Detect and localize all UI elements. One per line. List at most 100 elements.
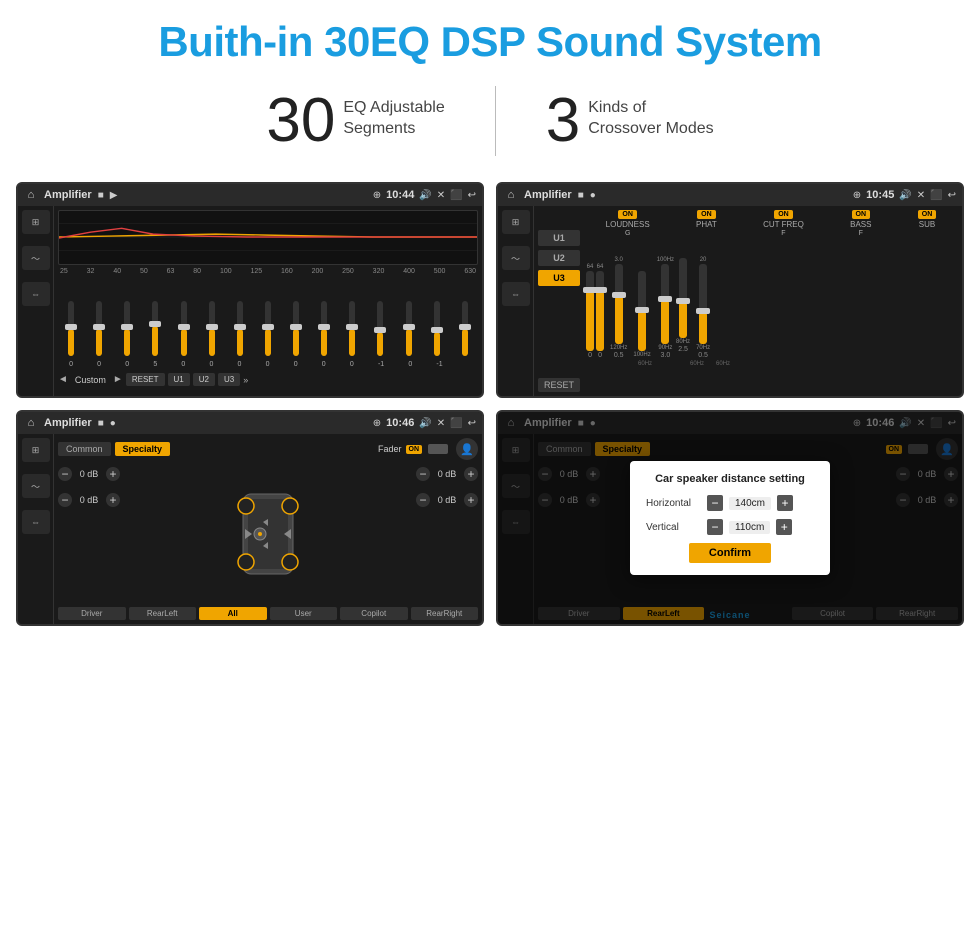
all-btn[interactable]: All <box>199 607 267 620</box>
amp-topbar-title: Amplifier <box>44 417 92 429</box>
screen-eq: ⌂ Amplifier ■ ▶ ⊕ 10:44 🔊 ✕ ⬛ ↩ ⊞ 〜 ⇔ <box>16 182 484 398</box>
specialty-tab[interactable]: Specialty <box>115 442 171 456</box>
fader-slider[interactable] <box>428 444 448 454</box>
amp-back-icon[interactable]: ↩ <box>468 418 476 429</box>
crossover-sidebar-wave[interactable]: 〜 <box>502 246 530 270</box>
dialog-title: Car speaker distance setting <box>646 473 814 485</box>
dialog-horizontal-plus[interactable]: + <box>777 495 793 511</box>
db-row-2: − 0 dB + <box>416 463 478 485</box>
bass-on-btn[interactable]: ON <box>852 210 871 219</box>
eq-slider-11[interactable] <box>377 301 383 356</box>
loudness-on-btn[interactable]: ON <box>618 210 637 219</box>
crossover-window-icon: ⬛ <box>930 190 942 201</box>
eq-slider-5[interactable] <box>209 301 215 356</box>
db-plus-2[interactable]: + <box>464 467 478 481</box>
crossover-home-icon[interactable]: ⌂ <box>504 188 518 202</box>
bass-sliders: 100Hz 90Hz 3.0 80Hz 2.5 <box>657 257 690 359</box>
eq-screen-content: ⊞ 〜 ⇔ <box>18 206 482 396</box>
sub-on-btn[interactable]: ON <box>918 210 937 219</box>
rearright-btn[interactable]: RearRight <box>411 607 479 620</box>
eq-slider-2[interactable] <box>124 301 130 356</box>
sub-slider[interactable]: 20 70Hz 0.5 <box>696 257 710 359</box>
eq-slider-13[interactable] <box>434 301 440 356</box>
eq-topbar: ⌂ Amplifier ■ ▶ ⊕ 10:44 🔊 ✕ ⬛ ↩ <box>18 184 482 206</box>
eq-next-btn[interactable]: ► <box>113 374 123 385</box>
crossover-sidebar-eq[interactable]: ⊞ <box>502 210 530 234</box>
amp-window-icon: ⬛ <box>450 418 462 429</box>
dialog-vertical-plus[interactable]: + <box>776 519 792 535</box>
rearleft-btn[interactable]: RearLeft <box>129 607 197 620</box>
crossover-presets: U1 U2 U3 RESET <box>538 210 580 392</box>
preset-u1-btn[interactable]: U1 <box>538 230 580 246</box>
eq-slider-14[interactable] <box>462 301 468 356</box>
eq-slider-6[interactable] <box>237 301 243 356</box>
eq-u3-btn[interactable]: U3 <box>218 373 240 386</box>
eq-prev-btn[interactable]: ◄ <box>58 374 68 385</box>
eq-slider-9[interactable] <box>321 301 327 356</box>
db-plus-0[interactable]: + <box>106 467 120 481</box>
home-icon[interactable]: ⌂ <box>24 188 38 202</box>
crossover-close-icon: ✕ <box>917 190 925 201</box>
dialog-horizontal-minus[interactable]: − <box>707 495 723 511</box>
phat-slider[interactable]: 3.0 120Hz 0.5 <box>610 257 627 359</box>
db-minus-3[interactable]: − <box>416 493 430 507</box>
amp-sidebar-arrows[interactable]: ⇔ <box>22 510 50 534</box>
driver-btn[interactable]: Driver <box>58 607 126 620</box>
cutfreq-slider[interactable]: 100Hz <box>633 270 650 359</box>
db-minus-1[interactable]: − <box>58 493 72 507</box>
db-plus-3[interactable]: + <box>464 493 478 507</box>
eq-u2-btn[interactable]: U2 <box>193 373 215 386</box>
eq-slider-3[interactable] <box>152 301 158 356</box>
eq-custom-label: Custom <box>71 375 110 385</box>
crossover-channel-btns: ON LOUDNESS G ON PHAT ON CUT FREQ F <box>584 210 958 237</box>
copilot-btn[interactable]: Copilot <box>340 607 408 620</box>
db-plus-1[interactable]: + <box>106 493 120 507</box>
eq-slider-12[interactable] <box>406 301 412 356</box>
sidebar-wave-btn[interactable]: 〜 <box>22 246 50 270</box>
dialog-vertical-minus[interactable]: − <box>707 519 723 535</box>
eq-reset-btn[interactable]: RESET <box>126 373 165 386</box>
user-btn[interactable]: User <box>270 607 338 620</box>
crossover-reset-btn[interactable]: RESET <box>538 378 580 392</box>
eq-slider-8[interactable] <box>293 301 299 356</box>
dialog-vertical-row: Vertical − 110cm + <box>646 519 814 535</box>
eq-slider-0[interactable] <box>68 301 74 356</box>
stat-crossover: 3 Kinds of Crossover Modes <box>496 90 764 152</box>
amp-sidebar-wave[interactable]: 〜 <box>22 474 50 498</box>
eq-more-btn[interactable]: » <box>243 375 248 385</box>
screen-amp: ⌂ Amplifier ■ ● ⊕ 10:46 🔊 ✕ ⬛ ↩ ⊞ 〜 ⇔ Co… <box>16 410 484 626</box>
common-tab[interactable]: Common <box>58 442 111 456</box>
dialog-vertical-value: 110cm <box>729 521 770 534</box>
crossover-main-area: U1 U2 U3 RESET ON LOUDNESS G ON <box>534 206 962 396</box>
eq-time: 10:44 <box>386 189 414 201</box>
crossover-sidebar-arrows[interactable]: ⇔ <box>502 282 530 306</box>
confirm-button[interactable]: Confirm <box>689 543 771 563</box>
eq-slider-1[interactable] <box>96 301 102 356</box>
db-minus-2[interactable]: − <box>416 467 430 481</box>
amp-sidebar-eq[interactable]: ⊞ <box>22 438 50 462</box>
sidebar-eq-btn[interactable]: ⊞ <box>22 210 50 234</box>
eq-slider-4[interactable] <box>181 301 187 356</box>
eq-slider-7[interactable] <box>265 301 271 356</box>
preset-u2-btn[interactable]: U2 <box>538 250 580 266</box>
amp-home-icon[interactable]: ⌂ <box>24 416 38 430</box>
cutfreq-on-btn[interactable]: ON <box>774 210 793 219</box>
sidebar-arrows-btn[interactable]: ⇔ <box>22 282 50 306</box>
screen-amp-dialog: ⌂ Amplifier ■ ● ⊕ 10:46 🔊 ✕ ⬛ ↩ ⊞ 〜 ⇔ Co… <box>496 410 964 626</box>
amp-settings-icon[interactable]: 👤 <box>456 438 478 460</box>
amp-db-left: − 0 dB + − 0 dB + <box>58 463 120 604</box>
eq-u1-btn[interactable]: U1 <box>168 373 190 386</box>
amp-topbar-dot: ■ <box>98 418 104 429</box>
preset-u3-btn[interactable]: U3 <box>538 270 580 286</box>
db-minus-0[interactable]: − <box>58 467 72 481</box>
phat-on-btn[interactable]: ON <box>697 210 716 219</box>
back-icon[interactable]: ↩ <box>468 190 476 201</box>
crossover-sliders-area: 64 0 64 0 3.0 <box>584 239 958 359</box>
crossover-controls: ON LOUDNESS G ON PHAT ON CUT FREQ F <box>584 210 958 392</box>
amp-db-right: − 0 dB + − 0 dB + <box>416 463 478 604</box>
crossover-back-icon[interactable]: ↩ <box>948 190 956 201</box>
eq-slider-10[interactable] <box>349 301 355 356</box>
stat-eq-number: 30 <box>266 90 335 152</box>
amp-location-icon: ⊕ <box>373 418 381 429</box>
amp-screen-content: ⊞ 〜 ⇔ Common Specialty Fader ON 👤 <box>18 434 482 624</box>
